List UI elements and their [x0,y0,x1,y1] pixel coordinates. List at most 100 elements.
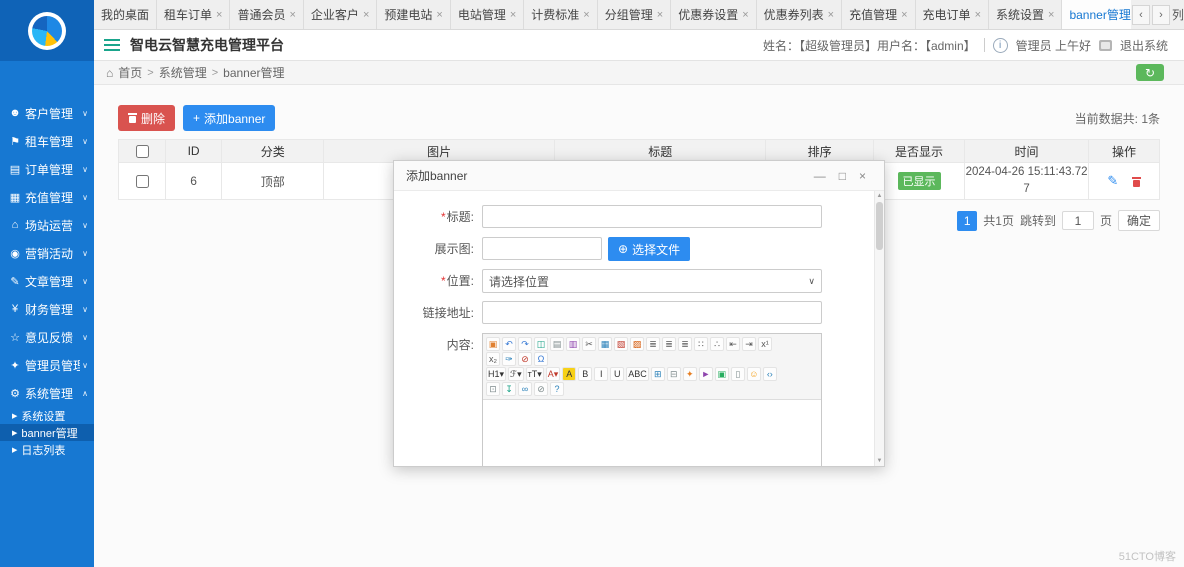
media-icon[interactable]: ► [698,367,713,381]
editor-body[interactable] [483,400,821,466]
unlink-icon[interactable]: ⊘ [534,382,548,396]
tab-scroll-right-icon[interactable]: › [1152,4,1170,25]
paste-icon[interactable]: ▧ [614,337,628,351]
heading-icon[interactable]: H1▾ [486,367,507,381]
tab-充值管理[interactable]: 充值管理 × [842,0,916,29]
info-icon[interactable]: i [992,37,1008,53]
minimize-icon[interactable]: — [814,170,826,182]
tab-banner管理[interactable]: banner管理× [1062,0,1131,29]
modal-scrollbar[interactable]: ▲ ▼ [874,191,884,466]
sidebar-item-租车管理[interactable]: ⚑ 租车管理 ∨ [0,127,94,155]
tab-close-icon[interactable]: × [657,9,663,21]
tab-close-icon[interactable]: × [583,9,589,21]
image-input[interactable] [482,237,602,260]
image-icon[interactable]: ▣ [714,367,729,381]
format-brush-icon[interactable]: ✑ [502,352,516,366]
ordered-list-icon[interactable]: ∷ [694,337,708,351]
file-icon[interactable]: ▯ [730,367,745,381]
superscript-icon[interactable]: x¹ [758,337,772,351]
special-char-icon[interactable]: Ω [534,352,548,366]
strikethrough-icon[interactable]: ABC [626,367,649,381]
template-icon[interactable]: ▥ [566,337,580,351]
page-number-button[interactable]: 1 [957,210,978,231]
breadcrumb-section[interactable]: 系统管理 [159,64,207,81]
tab-close-icon[interactable]: × [1048,9,1054,21]
link-input[interactable] [482,301,822,324]
table-icon[interactable]: ⊞ [650,367,665,381]
unordered-list-icon[interactable]: ∴ [710,337,724,351]
align-left-icon[interactable]: ≣ [646,337,660,351]
tab-租车订单[interactable]: 租车订单 × [157,0,231,29]
clear-format-icon[interactable]: ⊘ [518,352,532,366]
sidebar-item-场站运营[interactable]: ⌂ 场站运营 ∨ [0,211,94,239]
tab-普通会员[interactable]: 普通会员 × [230,0,304,29]
sidebar-item-客户管理[interactable]: ☻ 客户管理 ∨ [0,99,94,127]
line-icon[interactable]: ⊡ [486,382,500,396]
bold-icon[interactable]: B [578,367,593,381]
text-color-icon[interactable]: A▾ [545,367,561,381]
tab-系统设置[interactable]: 系统设置 × [989,0,1063,29]
position-select[interactable]: 请选择位置 ∨ [482,269,822,293]
choose-file-button[interactable]: ⊕ 选择文件 [608,237,691,261]
sidebar-subitem-日志列表[interactable]: ▶ 日志列表 [0,441,94,458]
tab-预建电站[interactable]: 预建电站 × [377,0,451,29]
modal-titlebar[interactable]: 添加banner — □ × [394,161,884,191]
edit-icon[interactable]: ✎ [1107,173,1118,188]
font-size-icon[interactable]: тT▾ [525,367,544,381]
add-banner-button[interactable]: + 添加banner [183,105,276,131]
delete-icon[interactable] [1131,174,1141,188]
sidebar-item-管理员管理[interactable]: ✦ 管理员管理 ∨ [0,351,94,379]
delete-button[interactable]: 删除 [118,105,176,131]
tab-电站管理[interactable]: 电站管理 × [451,0,525,29]
tab-close-icon[interactable]: × [289,9,295,21]
paste-text-icon[interactable]: ▨ [630,337,644,351]
menu-toggle-icon[interactable] [104,39,120,51]
link-icon[interactable]: ∞ [518,382,532,396]
logout-button[interactable]: 退出系统 [1120,37,1168,54]
tab-close-icon[interactable]: × [901,9,907,21]
tab-close-icon[interactable]: × [510,9,516,21]
flash-icon[interactable]: ✦ [682,367,697,381]
emoji-icon[interactable]: ☺ [746,367,761,381]
sidebar-subitem-系统设置[interactable]: ▶ 系统设置 [0,407,94,424]
italic-icon[interactable]: I [594,367,609,381]
sidebar-item-财务管理[interactable]: ¥ 财务管理 ∨ [0,295,94,323]
title-input[interactable] [482,205,822,228]
outdent-icon[interactable]: ⇤ [726,337,740,351]
copy-icon[interactable]: ▦ [598,337,612,351]
tab-优惠券列表[interactable]: 优惠券列表 × [757,0,843,29]
undo-icon[interactable]: ↶ [502,337,516,351]
print-icon[interactable]: ▤ [550,337,564,351]
indent-icon[interactable]: ⇥ [742,337,756,351]
confirm-button[interactable]: 确定 [1117,210,1160,231]
select-all-checkbox[interactable] [135,144,149,158]
tab-企业客户[interactable]: 企业客户 × [304,0,378,29]
sidebar-item-系统管理[interactable]: ⚙ 系统管理 ∧ [0,379,94,407]
tab-分组管理[interactable]: 分组管理 × [598,0,672,29]
code-icon[interactable]: ‹› [762,367,777,381]
align-right-icon[interactable]: ≣ [678,337,692,351]
sidebar-item-充值管理[interactable]: ▦ 充值管理 ∨ [0,183,94,211]
tab-close-icon[interactable]: × [742,9,748,21]
hr-icon[interactable]: ⊟ [666,367,681,381]
tab-options-button[interactable]: 列 [1172,6,1183,23]
sidebar-item-营销活动[interactable]: ◉ 营销活动 ∨ [0,239,94,267]
align-center-icon[interactable]: ≣ [662,337,676,351]
screen-lock-icon[interactable] [1098,39,1112,51]
sidebar-item-意见反馈[interactable]: ☆ 意见反馈 ∨ [0,323,94,351]
underline-icon[interactable]: U [610,367,625,381]
tab-close-icon[interactable]: × [216,9,222,21]
sidebar-item-文章管理[interactable]: ✎ 文章管理 ∨ [0,267,94,295]
scrollbar-thumb[interactable] [876,202,883,250]
tab-计费标准[interactable]: 计费标准 × [524,0,598,29]
font-family-icon[interactable]: ℱ▾ [508,367,524,381]
tab-close-icon[interactable]: × [436,9,442,21]
highlight-color-icon[interactable]: A [562,367,577,381]
preview-icon[interactable]: ◫ [534,337,548,351]
source-icon[interactable]: ▣ [486,337,500,351]
maximize-icon[interactable]: □ [839,170,846,182]
subscript-icon[interactable]: x₂ [486,352,500,366]
about-icon[interactable]: ? [550,382,564,396]
anchor-icon[interactable]: ↧ [502,382,516,396]
tab-close-icon[interactable]: × [828,9,834,21]
